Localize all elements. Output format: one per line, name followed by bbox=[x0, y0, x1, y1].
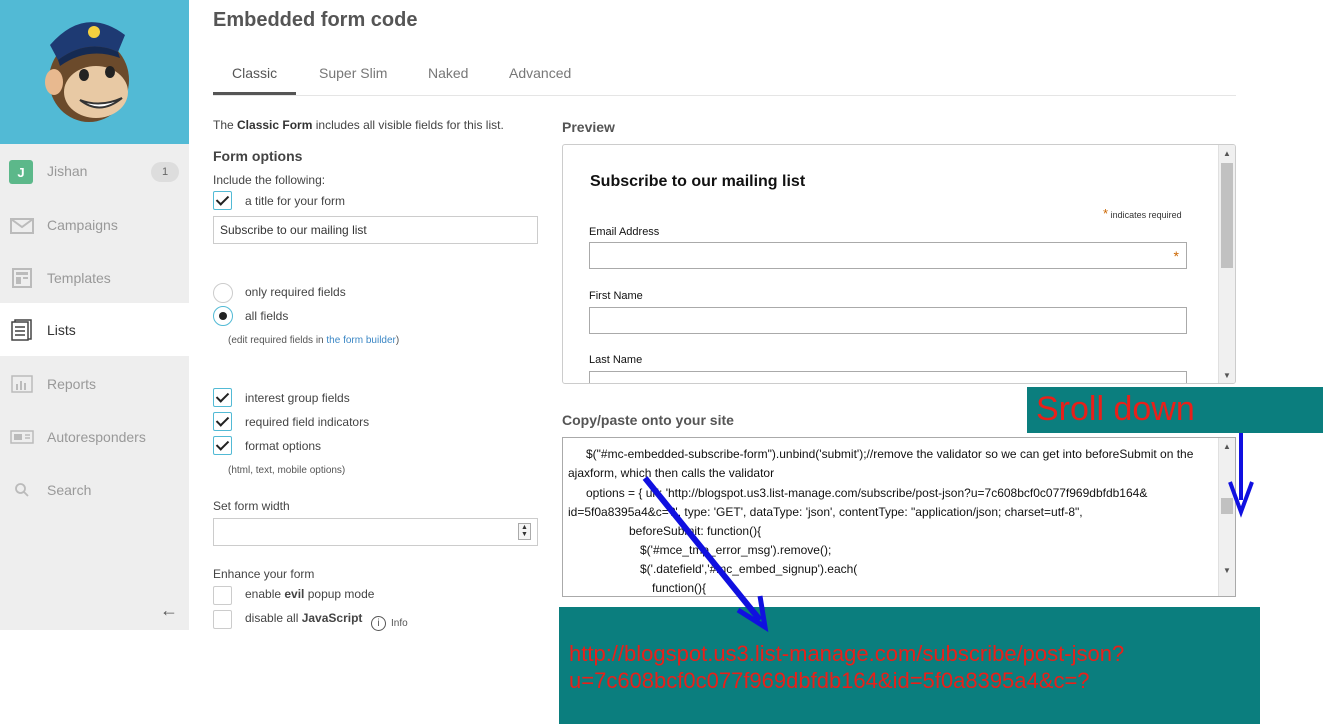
collapse-sidebar-icon[interactable]: ← bbox=[160, 600, 178, 621]
search-icon bbox=[10, 478, 34, 502]
intro-text: The Classic Form includes all visible fi… bbox=[213, 118, 504, 132]
preview-form-title: Subscribe to our mailing list bbox=[590, 173, 806, 190]
code-heading: Copy/paste onto your site bbox=[562, 412, 734, 428]
evil-popup-checkbox[interactable] bbox=[213, 586, 232, 605]
sidebar-item-reports[interactable]: Reports bbox=[0, 357, 189, 410]
preview-email-label: Email Address bbox=[589, 226, 660, 238]
form-title-input[interactable]: Subscribe to our mailing list bbox=[213, 216, 538, 244]
sidebar-item-label: Campaigns bbox=[47, 216, 118, 233]
code-line: beforeSubmit: function(){ bbox=[629, 524, 762, 538]
title-checkbox-label: a title for your form bbox=[245, 194, 346, 208]
sidebar-item-label: Lists bbox=[47, 321, 76, 338]
sidebar-item-autoresponders[interactable]: Autoresponders bbox=[0, 410, 189, 463]
list-icon bbox=[10, 318, 34, 342]
bar-chart-icon bbox=[10, 372, 34, 396]
title-checkbox[interactable] bbox=[213, 191, 232, 210]
code-line: ajaxform, which then calls the validator bbox=[568, 466, 775, 480]
autoresponder-icon bbox=[10, 425, 34, 449]
format-options-hint: (html, text, mobile options) bbox=[228, 465, 346, 476]
notification-badge[interactable]: 1 bbox=[151, 162, 179, 182]
url-annotation-text: http://blogspot.us3.list-manage.com/subs… bbox=[569, 641, 1125, 693]
interest-groups-checkbox[interactable] bbox=[213, 388, 232, 407]
preview-last-name-input[interactable] bbox=[589, 371, 1187, 383]
code-line: $('#mce_tmp_error_msg').remove(); bbox=[640, 543, 832, 557]
format-options-checkbox[interactable] bbox=[213, 436, 232, 455]
sidebar-item-label: Reports bbox=[47, 375, 97, 392]
template-icon bbox=[10, 266, 34, 290]
sidebar-item-lists[interactable]: Lists bbox=[0, 303, 189, 356]
scroll-up-icon[interactable]: ▲ bbox=[1219, 149, 1235, 158]
active-tab-indicator bbox=[213, 92, 296, 95]
scroll-thumb[interactable] bbox=[1221, 163, 1233, 268]
mailchimp-logo[interactable] bbox=[0, 0, 189, 144]
page-title: Embedded form code bbox=[213, 9, 418, 31]
preview-first-name-input[interactable] bbox=[589, 307, 1187, 334]
all-fields-radio[interactable] bbox=[213, 306, 233, 326]
sidebar-item-search[interactable]: Search bbox=[0, 463, 189, 516]
tab-classic[interactable]: Classic bbox=[232, 65, 277, 81]
only-required-label: only required fields bbox=[245, 285, 346, 299]
width-spinner[interactable]: ▲ ▼ bbox=[518, 523, 531, 540]
sidebar-item-label: Templates bbox=[47, 269, 111, 286]
all-fields-label: all fields bbox=[245, 309, 289, 323]
preview-scrollbar[interactable]: ▲ ▼ bbox=[1218, 145, 1235, 383]
evil-popup-label: enable evil popup mode bbox=[245, 587, 375, 601]
embed-code-textarea[interactable]: $("#mc-embedded-subscribe-form").unbind(… bbox=[562, 437, 1236, 597]
code-line: $("#mc-embedded-subscribe-form").unbind(… bbox=[586, 447, 1194, 461]
disable-js-checkbox[interactable] bbox=[213, 610, 232, 629]
code-line: $('.datefield','#mc_embed_signup').each( bbox=[640, 562, 858, 576]
sidebar-item-templates[interactable]: Templates bbox=[0, 251, 189, 304]
scroll-up-icon[interactable]: ▲ bbox=[1219, 442, 1235, 451]
preview-email-input[interactable]: * bbox=[589, 242, 1187, 269]
edit-required-hint: (edit required fields in the form builde… bbox=[228, 335, 400, 346]
preview-first-name-label: First Name bbox=[589, 290, 643, 302]
disable-js-label: disable all JavaScript bbox=[245, 611, 363, 625]
tab-naked[interactable]: Naked bbox=[428, 65, 468, 81]
required-indicators-checkbox[interactable] bbox=[213, 412, 232, 431]
scroll-annotation-text: Sroll down bbox=[1036, 390, 1195, 428]
tab-super-slim[interactable]: Super Slim bbox=[319, 65, 387, 81]
scroll-down-icon[interactable]: ▼ bbox=[1219, 566, 1235, 575]
sidebar: J Jishan 1 Campaigns Templates Lists Rep… bbox=[0, 0, 189, 630]
interest-groups-label: interest group fields bbox=[245, 391, 350, 405]
enhance-label: Enhance your form bbox=[213, 567, 315, 581]
only-required-radio[interactable] bbox=[213, 283, 233, 303]
code-line: id=5f0a8395a4&c=?', type: 'GET', dataTyp… bbox=[568, 505, 1083, 519]
code-line: options = { url: 'http://blogspot.us3.li… bbox=[586, 486, 1148, 500]
preview-panel[interactable]: Subscribe to our mailing list * indicate… bbox=[562, 144, 1236, 384]
tab-bar: Classic Super Slim Naked Advanced bbox=[213, 58, 1236, 96]
code-scrollbar[interactable]: ▲ ▼ bbox=[1218, 438, 1235, 596]
scroll-down-icon[interactable]: ▼ bbox=[1219, 371, 1235, 380]
sidebar-item-label: Search bbox=[47, 481, 92, 498]
required-note: * indicates required bbox=[1103, 206, 1182, 221]
sidebar-item-campaigns[interactable]: Campaigns bbox=[0, 198, 189, 251]
sidebar-item-label: Autoresponders bbox=[47, 428, 146, 445]
format-options-label: format options bbox=[245, 439, 322, 453]
tab-advanced[interactable]: Advanced bbox=[509, 65, 571, 81]
user-name: Jishan bbox=[47, 162, 88, 179]
required-indicators-label: required field indicators bbox=[245, 415, 370, 429]
envelope-icon bbox=[10, 213, 34, 237]
form-width-input[interactable] bbox=[213, 518, 538, 546]
width-label: Set form width bbox=[213, 499, 290, 513]
code-line: function(){ bbox=[652, 581, 707, 595]
info-icon[interactable]: i bbox=[371, 616, 386, 631]
scroll-thumb[interactable] bbox=[1221, 498, 1233, 514]
include-label: Include the following: bbox=[213, 173, 326, 187]
preview-last-name-label: Last Name bbox=[589, 354, 643, 366]
form-options-heading: Form options bbox=[213, 148, 303, 164]
preview-heading: Preview bbox=[562, 119, 615, 135]
form-builder-link[interactable]: the form builder bbox=[326, 335, 395, 346]
info-label[interactable]: Info bbox=[391, 618, 408, 629]
